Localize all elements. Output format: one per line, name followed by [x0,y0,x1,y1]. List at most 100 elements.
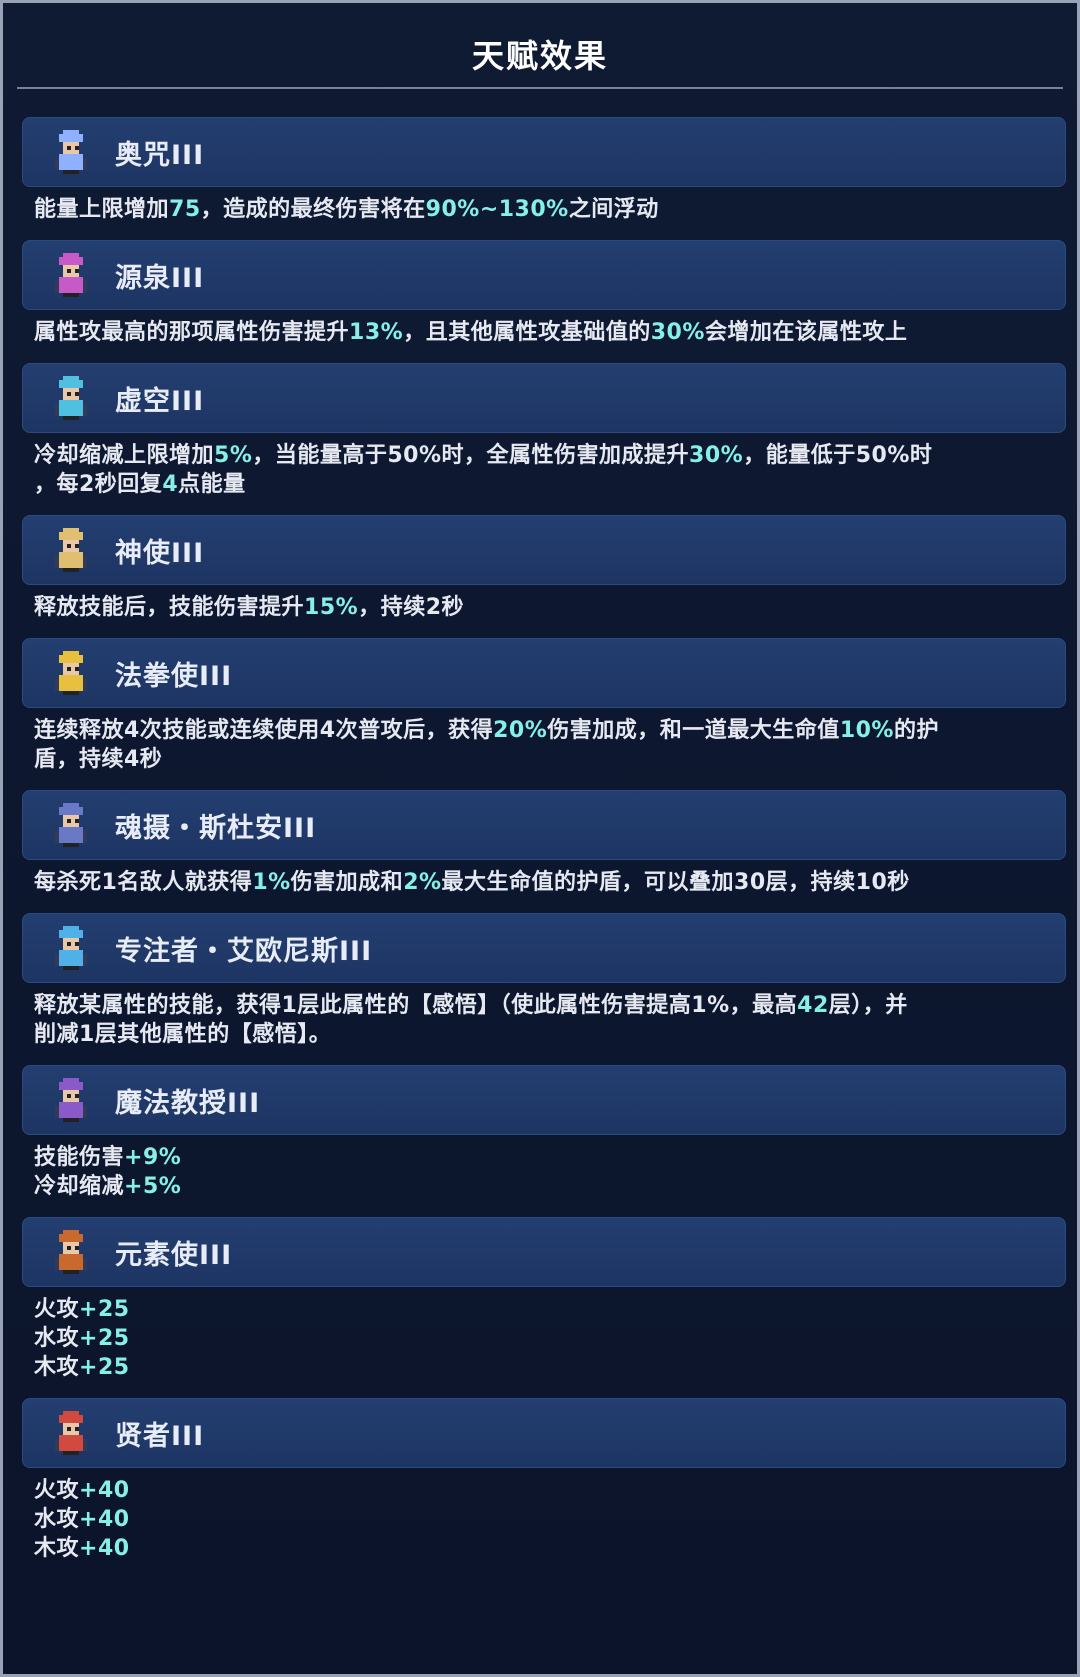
description-line: 水攻+25 [34,1324,1054,1353]
description-line: 火攻+25 [34,1295,1054,1324]
highlight-value: 5% [214,443,253,468]
talent-name: 法拳使III [115,660,233,692]
talent-header-bar[interactable]: 专注者・艾欧尼斯III [22,913,1066,983]
talent-header-bar[interactable]: 法拳使III [22,638,1066,708]
talent-header-bar[interactable]: 源泉III [22,240,1066,310]
description-text: 火攻 [34,1297,80,1322]
void-mage-icon [51,376,91,420]
description-text: 伤害加成和 [290,870,404,895]
highlight-value: 42 [797,993,829,1018]
description-text: 木攻 [34,1536,80,1561]
talent-description: 火攻+25 水攻+25 木攻+25 [22,1287,1066,1388]
highlight-value: +9% [124,1145,182,1170]
talent-name: 贤者III [115,1420,205,1452]
talent-item: 贤者III 火攻+40 水攻+40 木攻+40 [22,1398,1066,1569]
description-line: 火攻+40 [34,1476,1054,1505]
description-text: 最大生命值的护盾，可以叠加30层，持续10秒 [441,870,910,895]
description-line: 水攻+40 [34,1505,1054,1534]
description-text: 水攻 [34,1507,80,1532]
description-text: 能量上限增加 [34,197,170,222]
description-text: 木攻 [34,1355,80,1380]
title-divider [17,87,1063,89]
highlight-value: 30% [650,320,705,345]
talent-name: 神使III [115,537,205,569]
talent-name: 源泉III [115,262,205,294]
talent-name: 魔法教授III [115,1087,261,1119]
source-mage-icon [51,253,91,297]
description-text: 层），并 [828,993,908,1018]
description-line: 木攻+25 [34,1353,1054,1382]
talent-description: 能量上限增加75，造成的最终伤害将在90%~130%之间浮动 [22,187,1066,230]
description-line: 释放某属性的技能，获得1层此属性的【感悟】（使此属性伤害提高1%，最高42层），… [34,991,1054,1020]
highlight-value: +25 [79,1326,130,1351]
description-text: ，能量低于50%时 [743,443,933,468]
talent-header-bar[interactable]: 魂摄・斯杜安III [22,790,1066,860]
talent-name: 专注者・艾欧尼斯III [115,935,373,967]
panel-header: 天赋效果 [3,3,1077,89]
highlight-value: 1% [252,870,291,895]
description-text: 盾，持续4秒 [34,747,163,772]
talent-description: 技能伤害+9% 冷却缩减+5% [22,1135,1066,1207]
fist-mage-icon [51,651,91,695]
talent-header-bar[interactable]: 神使III [22,515,1066,585]
talent-header-bar[interactable]: 贤者III [22,1398,1066,1468]
soul-reaper-icon [51,803,91,847]
highlight-value: 15% [304,595,359,620]
description-line: 连续释放4次技能或连续使用4次普攻后，获得20%伤害加成，和一道最大生命值10%… [34,716,1054,745]
highlight-value: +25 [79,1355,130,1380]
description-text: 连续释放4次技能或连续使用4次普攻后，获得 [34,718,494,743]
talent-item: 神使III 释放技能后，技能伤害提升15%，持续2秒 [22,515,1066,628]
talent-name: 魂摄・斯杜安III [115,812,317,844]
page-title: 天赋效果 [471,37,608,75]
description-text: ，且其他属性攻基础值的 [403,320,651,345]
highlight-value: 4 [162,472,179,497]
description-line: 属性攻最高的那项属性伤害提升13%，且其他属性攻基础值的30%会增加在该属性攻上 [34,318,1054,347]
description-text: 会增加在该属性攻上 [704,320,908,345]
talent-list[interactable]: 奥咒III 能量上限增加75，造成的最终伤害将在90%~130%之间浮动源泉III… [22,117,1066,1579]
wizard-hat-icon [51,1078,91,1122]
talent-effects-panel: 天赋效果 奥咒III 能量上限增加75，造成的最终伤害将在90%~130%之间浮动… [0,0,1080,1677]
highlight-value: 30% [689,443,744,468]
highlight-value: 90%~130% [425,197,569,222]
highlight-value: 75 [169,197,201,222]
description-text: 释放某属性的技能，获得1层此属性的【感悟】（使此属性伤害提高1%，最高 [34,993,798,1018]
talent-item: 魂摄・斯杜安III 每杀死1名敌人就获得1%伤害加成和2%最大生命值的护盾，可以叠… [22,790,1066,903]
focus-icon [51,926,91,970]
description-text: 释放技能后，技能伤害提升 [34,595,305,620]
description-text: 冷却缩减上限增加 [34,443,215,468]
highlight-value: +5% [124,1174,182,1199]
description-text: 伤害加成，和一道最大生命值 [547,718,840,743]
highlight-value: 13% [349,320,404,345]
talent-item: 元素使III 火攻+25 水攻+25 木攻+25 [22,1217,1066,1388]
talent-header-bar[interactable]: 奥咒III [22,117,1066,187]
highlight-value: 20% [493,718,548,743]
description-text: ，持续2秒 [358,595,464,620]
highlight-value: +40 [79,1507,130,1532]
description-line: 能量上限增加75，造成的最终伤害将在90%~130%之间浮动 [34,195,1054,224]
talent-name: 元素使III [115,1239,233,1271]
description-line: 技能伤害+9% [34,1143,1054,1172]
talent-header-bar[interactable]: 魔法教授III [22,1065,1066,1135]
talent-name: 奥咒III [115,139,205,171]
description-line: 削减1层其他属性的【感悟】。 [34,1020,1054,1049]
highlight-value: +40 [79,1478,130,1503]
talent-header-bar[interactable]: 虚空III [22,363,1066,433]
description-line: 盾，持续4秒 [34,745,1054,774]
description-text: 点能量 [178,472,246,497]
description-text: 之间浮动 [568,197,659,222]
talent-item: 奥咒III 能量上限增加75，造成的最终伤害将在90%~130%之间浮动 [22,117,1066,230]
description-text: ，每2秒回复 [34,472,163,497]
talent-description: 每杀死1名敌人就获得1%伤害加成和2%最大生命值的护盾，可以叠加30层，持续10… [22,860,1066,903]
highlight-value: 10% [839,718,894,743]
description-line: 释放技能后，技能伤害提升15%，持续2秒 [34,593,1054,622]
talent-header-bar[interactable]: 元素使III [22,1217,1066,1287]
talent-description: 释放技能后，技能伤害提升15%，持续2秒 [22,585,1066,628]
talent-description: 火攻+40 水攻+40 木攻+40 [22,1468,1066,1569]
description-text: 技能伤害 [34,1145,125,1170]
talent-item: 法拳使III 连续释放4次技能或连续使用4次普攻后，获得20%伤害加成，和一道最大… [22,638,1066,780]
talent-item: 专注者・艾欧尼斯III 释放某属性的技能，获得1层此属性的【感悟】（使此属性伤害提… [22,913,1066,1055]
talent-description: 属性攻最高的那项属性伤害提升13%，且其他属性攻基础值的30%会增加在该属性攻上 [22,310,1066,353]
description-text: 火攻 [34,1478,80,1503]
description-line: 冷却缩减+5% [34,1172,1054,1201]
talent-item: 魔法教授III 技能伤害+9% 冷却缩减+5% [22,1065,1066,1207]
